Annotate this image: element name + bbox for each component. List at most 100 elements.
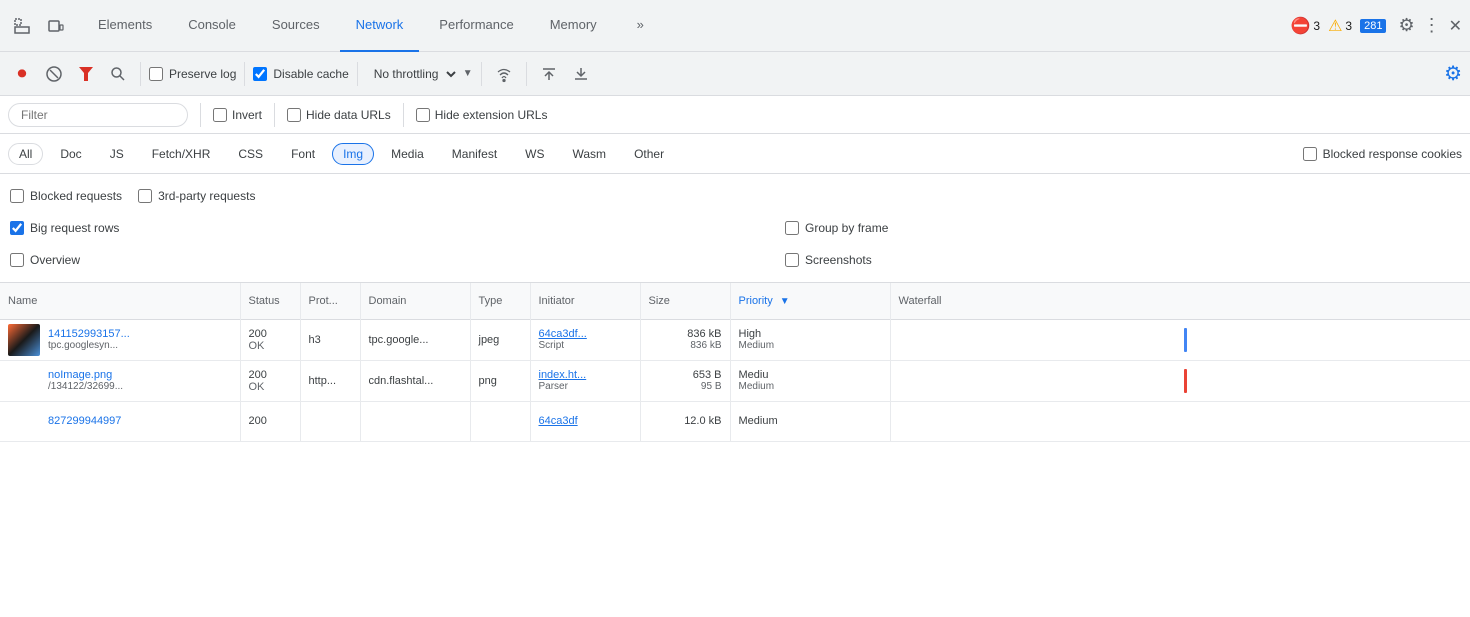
export-button[interactable]	[567, 60, 595, 88]
wifi-settings-icon[interactable]	[490, 60, 518, 88]
td-waterfall-3	[890, 401, 1470, 441]
td-waterfall-1	[890, 319, 1470, 360]
filter-row: Invert Hide data URLs Hide extension URL…	[0, 96, 1470, 134]
sort-icon: ▼	[780, 296, 790, 307]
td-size-1: 836 kB 836 kB	[640, 319, 730, 360]
td-status-1: 200 OK	[240, 319, 300, 360]
throttle-select[interactable]: No throttling	[366, 64, 459, 84]
preserve-log-label[interactable]: Preserve log	[149, 67, 236, 81]
tab-performance[interactable]: Performance	[423, 0, 529, 52]
network-settings-icon[interactable]: ⚙	[1444, 61, 1462, 86]
th-protocol[interactable]: Prot...	[300, 283, 360, 319]
hide-ext-urls-label[interactable]: Hide extension URLs	[416, 108, 548, 122]
td-priority-3: Medium	[730, 401, 890, 441]
type-filter-media[interactable]: Media	[380, 143, 435, 165]
error-badge-warning[interactable]: ⚠ 3	[1328, 16, 1352, 36]
tab-more[interactable]: »	[621, 0, 660, 52]
td-initiator-1: 64ca3df... Script	[530, 319, 640, 360]
invert-label[interactable]: Invert	[213, 108, 262, 122]
type-filter-ws[interactable]: WS	[514, 143, 555, 165]
td-waterfall-2	[890, 360, 1470, 401]
big-request-rows-label[interactable]: Big request rows	[10, 221, 119, 235]
td-status-3: 200	[240, 401, 300, 441]
options-row2-left: Big request rows	[10, 221, 685, 235]
filter-input[interactable]	[8, 103, 188, 127]
filter-divider-2	[274, 103, 275, 127]
th-status[interactable]: Status	[240, 283, 300, 319]
invert-checkbox[interactable]	[213, 108, 227, 122]
th-initiator[interactable]: Initiator	[530, 283, 640, 319]
screenshots-label[interactable]: Screenshots	[785, 253, 872, 267]
big-request-rows-checkbox[interactable]	[10, 221, 24, 235]
type-filter-fetch[interactable]: Fetch/XHR	[141, 143, 222, 165]
type-filter-wasm[interactable]: Wasm	[562, 143, 618, 165]
third-party-requests-label[interactable]: 3rd-party requests	[138, 189, 255, 203]
td-size-3: 12.0 kB	[640, 401, 730, 441]
type-filter-all[interactable]: All	[8, 143, 43, 165]
screenshots-checkbox[interactable]	[785, 253, 799, 267]
th-type[interactable]: Type	[470, 283, 530, 319]
settings-icon[interactable]: ⚙	[1398, 15, 1414, 36]
tab-memory[interactable]: Memory	[534, 0, 613, 52]
hide-data-urls-checkbox[interactable]	[287, 108, 301, 122]
tab-sources[interactable]: Sources	[256, 0, 336, 52]
search-button[interactable]	[104, 60, 132, 88]
group-by-frame-checkbox[interactable]	[785, 221, 799, 235]
options-row2-right: Group by frame	[685, 221, 1460, 235]
select-element-icon[interactable]	[8, 12, 36, 40]
type-filter-font[interactable]: Font	[280, 143, 326, 165]
error-badge-red[interactable]: ⛔ 3	[1290, 16, 1320, 36]
blocked-requests-label[interactable]: Blocked requests	[10, 189, 122, 203]
more-options-icon[interactable]: ⋮	[1423, 15, 1441, 36]
tab-bar: Elements Console Sources Network Perform…	[0, 0, 1470, 52]
tab-console[interactable]: Console	[172, 0, 252, 52]
blocked-response-cookies-checkbox[interactable]	[1303, 147, 1317, 161]
tab-elements[interactable]: Elements	[82, 0, 168, 52]
third-party-requests-checkbox[interactable]	[138, 189, 152, 203]
type-filter-js[interactable]: JS	[99, 143, 135, 165]
clear-button[interactable]	[40, 60, 68, 88]
type-filter-other[interactable]: Other	[623, 143, 675, 165]
group-by-frame-label[interactable]: Group by frame	[785, 221, 888, 235]
td-type-1: jpeg	[470, 319, 530, 360]
th-name[interactable]: Name	[0, 283, 240, 319]
td-type-2: png	[470, 360, 530, 401]
throttle-selector[interactable]: No throttling ▼	[366, 64, 473, 84]
device-toggle-icon[interactable]	[42, 12, 70, 40]
table-row[interactable]: 827299944997 200 64ca3df 12.0 kB Medi	[0, 401, 1470, 441]
hide-ext-urls-checkbox[interactable]	[416, 108, 430, 122]
th-size[interactable]: Size	[640, 283, 730, 319]
close-devtools-icon[interactable]: ✕	[1449, 16, 1462, 36]
divider-2	[244, 62, 245, 86]
network-table: Name Status Prot... Domain Type Initiato…	[0, 283, 1470, 442]
disable-cache-label[interactable]: Disable cache	[253, 67, 348, 81]
td-protocol-3	[300, 401, 360, 441]
network-toolbar: ⏺ Preserve log Disable cache No throttli…	[0, 52, 1470, 96]
th-waterfall[interactable]: Waterfall	[890, 283, 1470, 319]
td-name-1: 141152993157... tpc.googlesyn...	[0, 319, 240, 360]
hide-data-urls-label[interactable]: Hide data URLs	[287, 108, 391, 122]
overview-checkbox[interactable]	[10, 253, 24, 267]
type-filter-img[interactable]: Img	[332, 143, 374, 165]
error-badge-blue[interactable]: 281	[1360, 19, 1386, 33]
table-row[interactable]: noImage.png /134122/32699... 200 OK http…	[0, 360, 1470, 401]
network-table-wrapper: Name Status Prot... Domain Type Initiato…	[0, 283, 1470, 617]
tab-network[interactable]: Network	[340, 0, 420, 52]
th-priority[interactable]: Priority ▼	[730, 283, 890, 319]
type-filter-doc[interactable]: Doc	[49, 143, 92, 165]
type-filter-manifest[interactable]: Manifest	[441, 143, 508, 165]
error-badges: ⛔ 3 ⚠ 3 281	[1290, 16, 1386, 36]
table-row[interactable]: 141152993157... tpc.googlesyn... 200 OK …	[0, 319, 1470, 360]
filter-toggle-button[interactable]	[72, 60, 100, 88]
stop-recording-button[interactable]: ⏺	[8, 60, 36, 88]
td-domain-2: cdn.flashtal...	[360, 360, 470, 401]
blocked-response-cookies[interactable]: Blocked response cookies	[1303, 147, 1462, 161]
import-button[interactable]	[535, 60, 563, 88]
type-filter-css[interactable]: CSS	[227, 143, 274, 165]
th-domain[interactable]: Domain	[360, 283, 470, 319]
overview-label[interactable]: Overview	[10, 253, 80, 267]
blocked-requests-checkbox[interactable]	[10, 189, 24, 203]
divider-5	[526, 62, 527, 86]
preserve-log-checkbox[interactable]	[149, 67, 163, 81]
disable-cache-checkbox[interactable]	[253, 67, 267, 81]
